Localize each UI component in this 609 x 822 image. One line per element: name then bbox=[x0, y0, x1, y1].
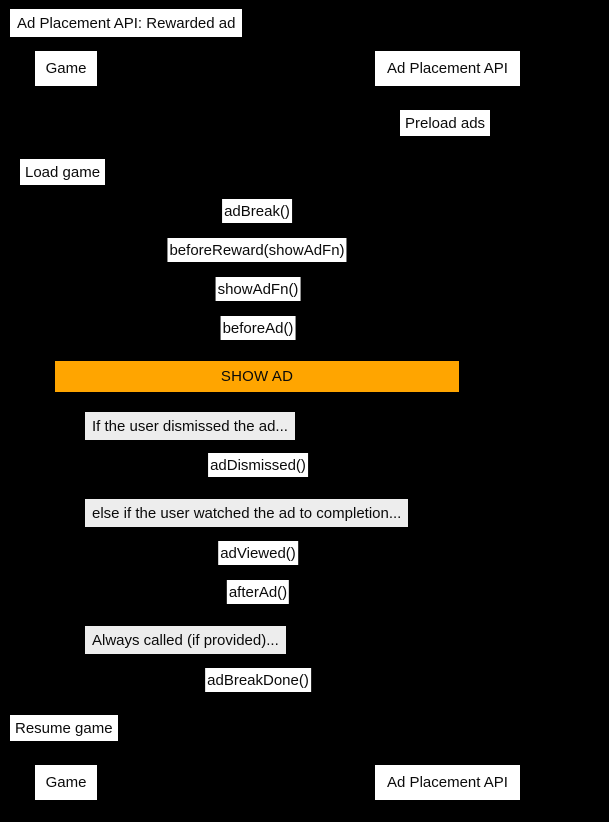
note-preload-ads: Preload ads bbox=[400, 110, 491, 136]
message-before-reward: beforeReward(showAdFn) bbox=[167, 238, 347, 262]
message-before-ad: beforeAd() bbox=[220, 316, 296, 340]
note-load-game: Load game bbox=[20, 159, 106, 185]
condition-else-watched: else if the user watched the ad to compl… bbox=[85, 499, 409, 527]
message-show-ad-fn: showAdFn() bbox=[215, 277, 301, 301]
sequence-diagram: Ad Placement API: Rewarded ad Game Ad Pl… bbox=[0, 0, 609, 822]
participant-ad-placement-api-foot: Ad Placement API bbox=[375, 765, 520, 800]
message-ad-viewed: adViewed() bbox=[218, 541, 298, 565]
message-ad-break: adBreak() bbox=[222, 199, 292, 223]
note-resume-game: Resume game bbox=[10, 715, 118, 741]
diagram-title: Ad Placement API: Rewarded ad bbox=[10, 9, 243, 37]
show-ad-activation-bar: SHOW AD bbox=[55, 361, 459, 392]
condition-if-dismissed: If the user dismissed the ad... bbox=[85, 412, 295, 440]
message-ad-break-done: adBreakDone() bbox=[205, 668, 311, 692]
participant-game-head: Game bbox=[35, 51, 97, 86]
message-after-ad: afterAd() bbox=[226, 580, 290, 604]
message-ad-dismissed: adDismissed() bbox=[208, 453, 308, 477]
participant-ad-placement-api-head: Ad Placement API bbox=[375, 51, 520, 86]
participant-game-foot: Game bbox=[35, 765, 97, 800]
condition-always-called: Always called (if provided)... bbox=[85, 626, 286, 654]
